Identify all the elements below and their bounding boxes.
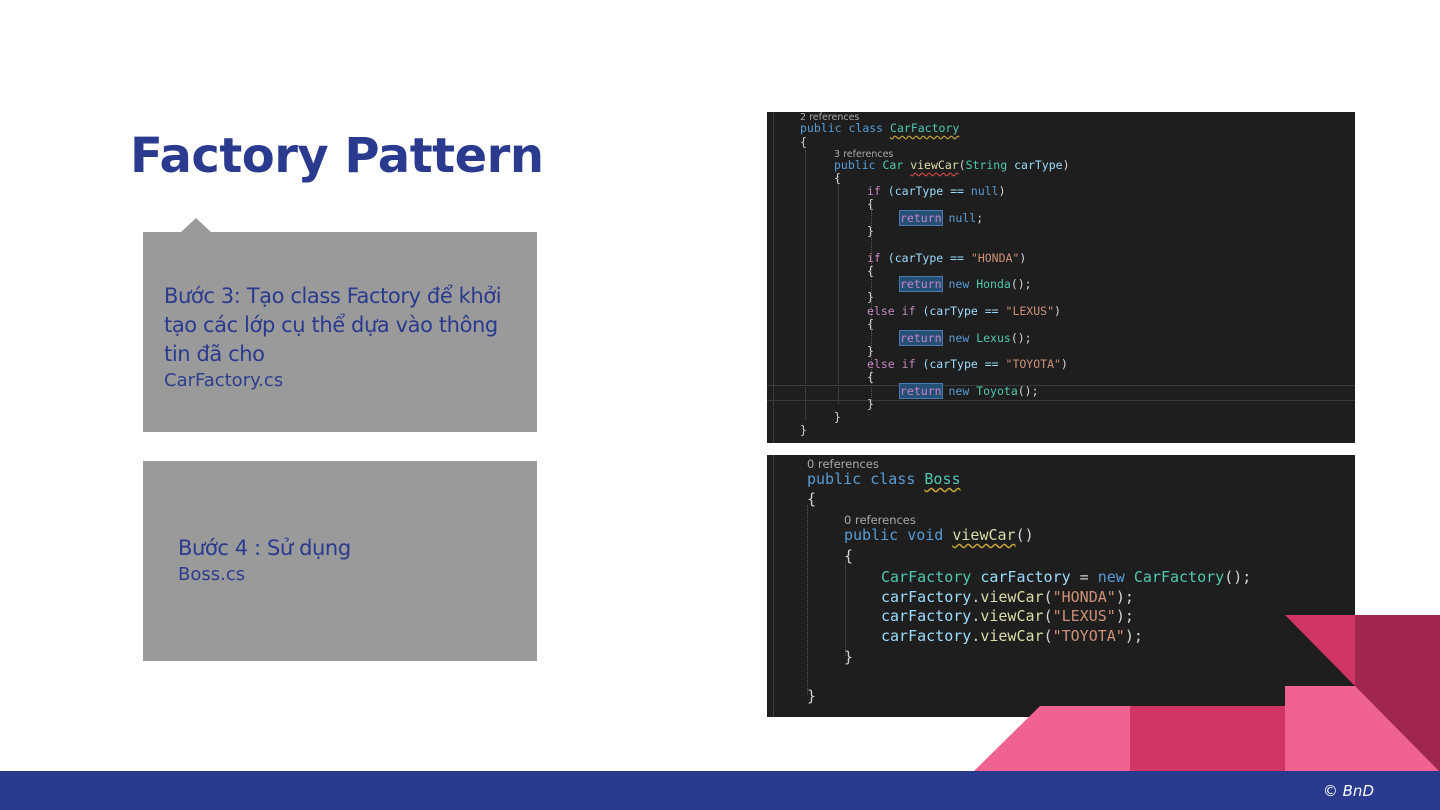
step3-filename: CarFactory.cs — [164, 370, 284, 391]
code-line: CarFactory carFactory = new CarFactory()… — [881, 568, 1252, 586]
slide-title: Factory Pattern — [130, 128, 544, 184]
code-line: if (carType == "HONDA") — [867, 251, 1027, 265]
step3-text: Bước 3: Tạo class Factory để khởi tạo cá… — [164, 284, 502, 366]
code-line: { — [867, 197, 874, 211]
code-line: public void viewCar() — [844, 526, 1034, 544]
code-line: { — [807, 490, 817, 508]
references-lens: 0 references — [844, 513, 916, 527]
code-line: else if (carType == "TOYOTA") — [867, 357, 1068, 371]
code-line: } — [867, 224, 874, 238]
code-line: { — [834, 171, 841, 185]
code-line: { — [867, 370, 874, 384]
code-line: } — [834, 410, 841, 424]
carfactory-code-screenshot: 2 references public class CarFactory { 3… — [767, 112, 1355, 443]
references-lens: 0 references — [807, 457, 879, 471]
code-line: } — [867, 397, 874, 411]
code-line: if (carType == null) — [867, 184, 1006, 198]
code-line: } — [867, 290, 874, 304]
code-line: public Car viewCar(String carType) — [834, 158, 1070, 172]
copyright: © BnD — [1322, 782, 1374, 800]
code-line: return null; — [899, 210, 984, 226]
code-line: public class Boss — [807, 470, 961, 488]
code-line: { — [800, 135, 807, 149]
code-line: return new Honda(); — [899, 276, 1032, 292]
step3-content: Bước 3: Tạo class Factory để khởi tạo cá… — [164, 282, 514, 393]
code-line: } — [867, 344, 874, 358]
callout-pointer — [180, 218, 212, 233]
step4-text: Bước 4 : Sử dụng — [178, 536, 351, 560]
current-line-highlight — [767, 385, 1355, 401]
code-line: public class CarFactory — [800, 121, 960, 135]
step4-filename: Boss.cs — [178, 564, 246, 585]
footer-bar — [0, 771, 1440, 810]
code-line: } — [844, 648, 854, 666]
step4-content: Bước 4 : Sử dụng Boss.cs — [178, 534, 518, 587]
decorative-shapes — [973, 615, 1440, 772]
code-line: } — [800, 423, 807, 437]
code-line: { — [867, 264, 874, 278]
code-line: { — [867, 317, 874, 331]
code-line: } — [807, 687, 817, 705]
code-line: else if (carType == "LEXUS") — [867, 304, 1061, 318]
code-line: { — [844, 547, 854, 565]
code-line: carFactory.viewCar("HONDA"); — [881, 588, 1134, 606]
code-line: return new Toyota(); — [899, 383, 1039, 399]
code-line: return new Lexus(); — [899, 330, 1032, 346]
